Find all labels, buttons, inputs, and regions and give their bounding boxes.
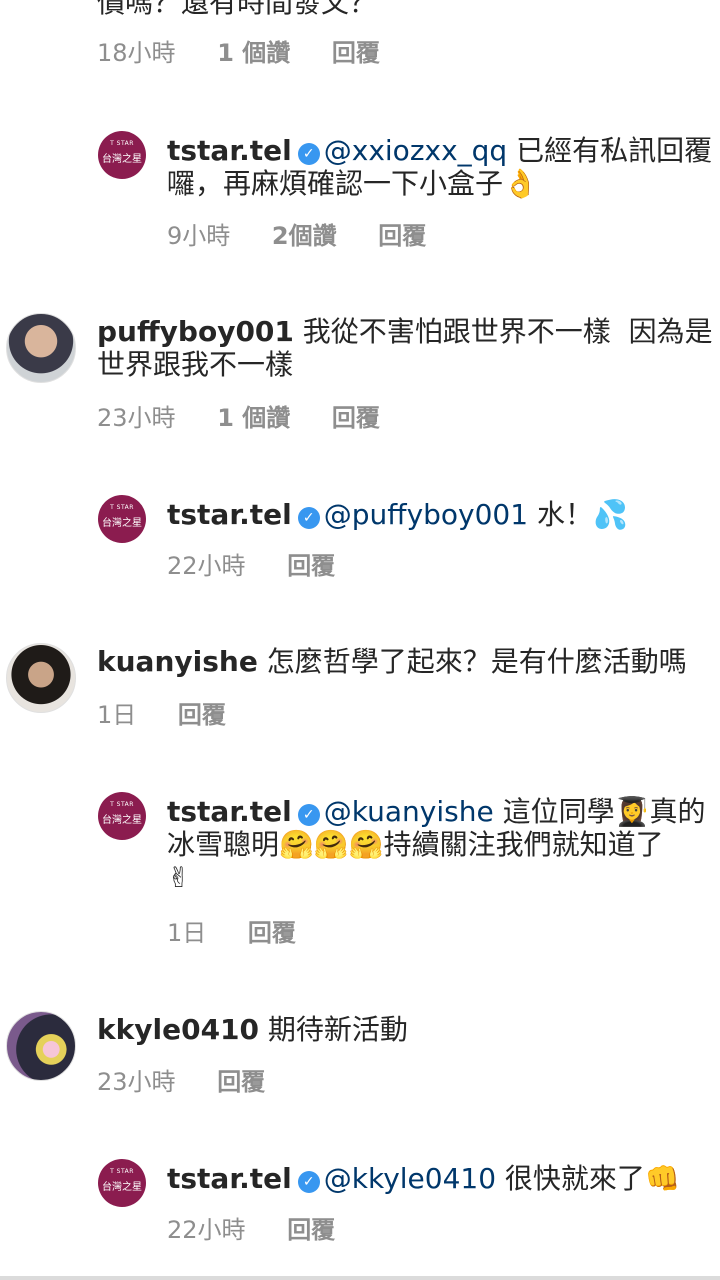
mention-link[interactable]: @puffyboy001: [324, 498, 528, 531]
victory-hand-icon: ✌: [167, 861, 191, 894]
comment-text: kuanyishe 怎麼哲學了起來？是有什麼活動嗎: [97, 645, 687, 678]
verified-badge-icon: ✓: [297, 804, 320, 826]
comment-time: 1日: [167, 919, 207, 947]
comment-time: 1日: [97, 701, 137, 729]
reply-button[interactable]: 回覆: [332, 404, 380, 432]
avatar[interactable]: T STAR 台灣之星: [98, 792, 146, 840]
like-count-button[interactable]: 2個讚: [272, 222, 337, 250]
comment-time: 22小時: [167, 1216, 246, 1244]
reply-button[interactable]: 回覆: [217, 1068, 265, 1096]
avatar[interactable]: T STAR 台灣之星: [98, 1159, 146, 1207]
avatar[interactable]: [6, 643, 76, 713]
comment-meta: 1日 回覆: [97, 700, 260, 730]
avatar[interactable]: T STAR 台灣之星: [98, 131, 146, 179]
reply-button[interactable]: 回覆: [287, 1216, 335, 1244]
avatar[interactable]: [6, 313, 76, 383]
comment-time: 23小時: [97, 1068, 176, 1096]
graduate-icon: 👩‍🎓: [614, 795, 650, 828]
username-link[interactable]: kuanyishe: [97, 645, 258, 678]
reply-button[interactable]: 回覆: [248, 919, 296, 947]
username-link[interactable]: tstar.tel: [167, 795, 292, 828]
username-link[interactable]: kkyle0410: [97, 1013, 259, 1046]
fist-bump-icon: 👊: [644, 1162, 680, 1195]
brand-logo-main: 台灣之星: [102, 518, 142, 529]
comment-text: kkyle0410 期待新活動: [97, 1013, 408, 1046]
reply-text-line1: 水！: [528, 498, 593, 531]
reply-meta: 22小時 回覆: [167, 1215, 369, 1245]
comment-meta: 23小時 回覆: [97, 1067, 299, 1097]
comment-meta: 18小時 1 個讚 回覆: [97, 38, 414, 68]
brand-logo-top: T STAR: [110, 504, 134, 511]
like-count-button[interactable]: 1 個讚: [217, 404, 290, 432]
reply-text: tstar.tel ✓ @kuanyishe 這位同學👩‍🎓真的 冰雪聰明🤗🤗🤗持續…: [167, 795, 705, 894]
verified-badge-icon: ✓: [297, 507, 320, 529]
reply-text: tstar.tel ✓ @puffyboy001 水！💦: [167, 498, 628, 531]
like-count-button[interactable]: 1 個讚: [217, 39, 290, 67]
comment-text-fragment: 價嗎？還有時間發文？: [97, 0, 378, 19]
reply-text-line1-end: 真的: [649, 795, 706, 828]
mention-link[interactable]: @kuanyishe: [324, 795, 494, 828]
brand-logo-top: T STAR: [110, 1168, 134, 1175]
comment-time: 22小時: [167, 552, 246, 580]
reply-text-line2: 囉，再麻煩確認一下小盒子: [167, 167, 504, 200]
reply-text-line2: 冰雪聰明: [167, 828, 280, 861]
avatar[interactable]: T STAR 台灣之星: [98, 495, 146, 543]
comment-time: 23小時: [97, 404, 176, 432]
verified-badge-icon: ✓: [297, 1171, 320, 1193]
comment-time: 18小時: [97, 39, 176, 67]
hug-icon: 🤗🤗🤗: [279, 828, 384, 861]
avatar[interactable]: [6, 1011, 76, 1081]
brand-logo-main: 台灣之星: [102, 815, 142, 826]
comment-text: puffyboy001 我從不害怕跟世界不一樣 因為是 世界跟我不一樣: [97, 315, 713, 381]
reply-button[interactable]: 回覆: [287, 552, 335, 580]
reply-button[interactable]: 回覆: [378, 222, 426, 250]
comment-meta: 23小時 1 個讚 回覆: [97, 403, 414, 433]
reply-meta: 22小時 回覆: [167, 551, 369, 581]
brand-logo-main: 台灣之星: [102, 1182, 142, 1193]
reply-text: tstar.tel ✓ @xxiozxx_qq 已經有私訊回覆 囉，再麻煩確認一下小…: [167, 134, 712, 200]
comment-text-line1: 期待新活動: [259, 1013, 408, 1046]
mention-link[interactable]: @kkyle0410: [324, 1162, 496, 1195]
comment-text-line1: 我從不害怕跟世界不一樣 因為是: [293, 315, 713, 348]
comment-text-line1: 怎麼哲學了起來？是有什麼活動嗎: [257, 645, 687, 678]
brand-logo-main: 台灣之星: [102, 154, 142, 165]
username-link[interactable]: tstar.tel: [167, 498, 292, 531]
username-link[interactable]: puffyboy001: [97, 315, 294, 348]
brand-logo-top: T STAR: [110, 801, 134, 808]
username-link[interactable]: tstar.tel: [167, 1162, 292, 1195]
bottom-divider: [0, 1276, 720, 1280]
reply-text-line1: 已經有私訊回覆: [507, 134, 713, 167]
reply-text-line2-end: 持續關注我們就知道了: [383, 828, 664, 861]
brand-logo-top: T STAR: [110, 140, 134, 147]
mention-link[interactable]: @xxiozxx_qq: [324, 134, 507, 167]
verified-badge-icon: ✓: [297, 143, 320, 165]
sweat-droplets-icon: 💦: [592, 498, 628, 531]
reply-button[interactable]: 回覆: [332, 39, 380, 67]
comment-text-line2: 世界跟我不一樣: [97, 348, 294, 381]
ok-hand-icon: 👌: [503, 167, 538, 200]
reply-text: tstar.tel ✓ @kkyle0410 很快就來了👊: [167, 1162, 680, 1195]
username-link[interactable]: tstar.tel: [167, 134, 292, 167]
reply-meta: 1日 回覆: [167, 918, 330, 948]
reply-text-line1: 很快就來了: [496, 1162, 645, 1195]
reply-meta: 9小時 2個讚 回覆: [167, 221, 460, 251]
comment-time: 9小時: [167, 222, 231, 250]
reply-button[interactable]: 回覆: [178, 701, 226, 729]
reply-text-line1: 這位同學: [493, 795, 615, 828]
